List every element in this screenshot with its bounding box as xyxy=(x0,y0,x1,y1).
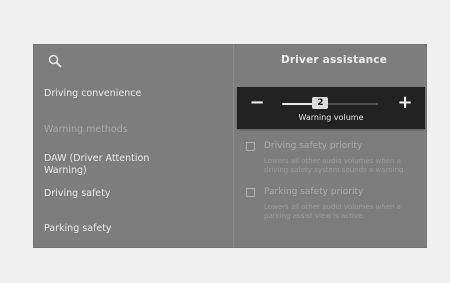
checkbox[interactable] xyxy=(246,142,255,151)
checkbox[interactable] xyxy=(246,188,255,197)
decrease-volume-button[interactable]: − xyxy=(249,94,265,112)
warning-volume-slider[interactable]: 2 xyxy=(282,97,378,109)
increase-volume-button[interactable]: + xyxy=(397,94,413,112)
option-title: Driving safety priority xyxy=(264,141,363,151)
warning-volume-label: Warning volume xyxy=(298,113,364,122)
warning-volume-popup: − 2 + Warning volume xyxy=(237,87,425,129)
sidebar-menu: Driving convenience Warning methods DAW … xyxy=(33,78,233,248)
option-description: Lowers all other audio volumes when a pa… xyxy=(264,203,401,220)
driver-assistance-screen: Driver assistance Driving convenience Wa… xyxy=(33,44,427,248)
sidebar-item-parking-safety[interactable]: Parking safety xyxy=(44,223,224,235)
sidebar-item-driving-safety[interactable]: Driving safety xyxy=(44,188,224,200)
option-description: Lowers all other audio volumes when a dr… xyxy=(264,157,406,174)
sidebar-item-warning-methods[interactable]: Warning methods xyxy=(44,124,224,136)
top-bar: Driver assistance xyxy=(33,44,427,78)
sidebar-item-driving-convenience[interactable]: Driving convenience xyxy=(44,88,224,100)
page-title: Driver assistance xyxy=(280,54,388,66)
slider-thumb[interactable]: 2 xyxy=(312,97,329,109)
option-title: Parking safety priority xyxy=(264,187,364,197)
sidebar-item-daw[interactable]: DAW (Driver Attention Warning) xyxy=(44,153,224,177)
search-icon[interactable] xyxy=(48,53,62,68)
